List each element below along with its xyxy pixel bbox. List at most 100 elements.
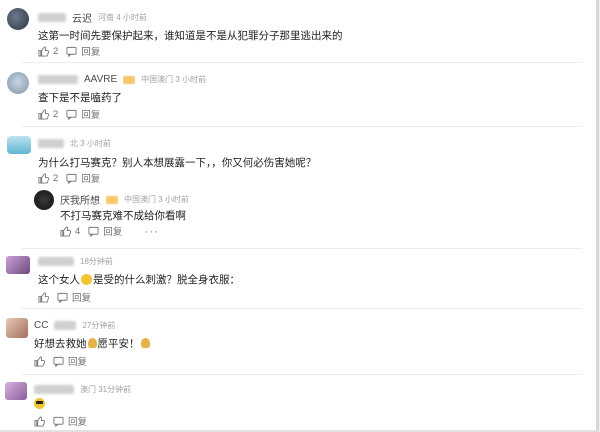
like-count: 2: [53, 172, 59, 184]
comment-header: 北 3 小时前: [38, 138, 111, 149]
comment-item: 澳门 31分钟前 回复: [0, 376, 590, 430]
name-redacted: [38, 139, 64, 148]
reply-icon: [66, 46, 77, 57]
reply-button[interactable]: 回复: [66, 171, 100, 185]
like-button[interactable]: 2: [38, 173, 58, 184]
comment-meta: 河南 4 小时前: [98, 13, 147, 22]
reply-button[interactable]: 回复: [57, 290, 91, 304]
name-redacted: [34, 385, 74, 394]
divider: [22, 248, 582, 249]
like-button[interactable]: 2: [38, 46, 58, 57]
reply-label: 回复: [68, 357, 88, 368]
reply-text: 不打马赛克难不成给你看啊: [60, 210, 186, 222]
avatar[interactable]: [7, 136, 31, 154]
comment-item: CC 27分钟前 好想去救她 愿平安！ 回复: [0, 312, 590, 372]
avatar[interactable]: [34, 190, 54, 210]
praying-hands-icon: [87, 338, 97, 348]
comments-panel: 云迟 河南 4 小时前 这第一时间先要保护起来，谁知道是不是从犯罪分子那里逃出来…: [0, 0, 599, 432]
thumbs-up-icon: [34, 355, 45, 367]
reply-label: 回复: [81, 47, 101, 58]
level-badge: [106, 195, 118, 204]
comment-text-part: 是受的什么刺激？脱全身衣服：: [93, 274, 240, 286]
comment-header: 澳门 31分钟前: [34, 384, 131, 395]
name-redacted: [54, 321, 77, 330]
reply-button[interactable]: 回复: [66, 107, 100, 121]
thumbs-up-icon: [38, 291, 49, 303]
comment-meta: 27分钟前: [82, 321, 116, 330]
comment-text: 这个女人 是受的什么刺激？脱全身衣服：: [38, 272, 240, 287]
username[interactable]: CC: [34, 320, 48, 331]
comment-actions: 回复: [34, 354, 87, 368]
comment-text-part: 好想去救她: [34, 338, 87, 350]
thumbs-up-icon: [38, 45, 49, 57]
comment-header: AAVRE 中国澳门 3 小时前: [38, 74, 206, 85]
level-badge: [123, 75, 136, 84]
reply-icon: [66, 173, 77, 184]
avatar[interactable]: [5, 382, 27, 400]
username[interactable]: AAVRE: [84, 74, 117, 85]
comment-item: 18分钟前 这个女人 是受的什么刺激？脱全身衣服： 回复: [0, 250, 590, 306]
reply-label: 回复: [72, 293, 92, 304]
comment-actions: 2 回复: [38, 107, 100, 121]
comment-item: AAVRE 中国澳门 3 小时前 查下是不是嗑药了 2 回复: [0, 64, 590, 124]
comment-actions: 2 回复: [38, 171, 100, 185]
thumbs-up-icon: [38, 172, 49, 184]
comment-actions: 回复: [34, 414, 87, 428]
username[interactable]: 云迟: [72, 10, 92, 25]
reply-button[interactable]: 回复: [53, 414, 87, 428]
avatar[interactable]: [7, 8, 29, 30]
comment-actions: 2 回复: [38, 44, 100, 58]
divider: [22, 126, 582, 127]
name-redacted: [38, 75, 78, 84]
comment-item: 云迟 河南 4 小时前 这第一时间先要保护起来，谁知道是不是从犯罪分子那里逃出来…: [0, 0, 590, 60]
like-button[interactable]: 2: [38, 109, 58, 120]
reply-meta: 中国澳门 3 小时前: [124, 195, 189, 204]
like-button[interactable]: [38, 291, 49, 303]
reply-icon: [88, 226, 99, 237]
comment-actions: 回复: [38, 290, 91, 304]
comment-text: 好想去救她 愿平安！: [34, 336, 151, 351]
reply-button[interactable]: 回复: [88, 224, 122, 238]
divider: [22, 374, 582, 375]
reply-header: 厌我所想 中国澳门 3 小时前: [60, 192, 189, 207]
like-button[interactable]: [34, 415, 45, 427]
more-options-button[interactable]: ···: [144, 224, 159, 238]
like-button[interactable]: 4: [60, 226, 80, 237]
comment-text: 查下是不是嗑药了: [38, 92, 122, 104]
comment-header: CC 27分钟前: [34, 320, 115, 331]
comment-text: 这第一时间先要保护起来，谁知道是不是从犯罪分子那里逃出来的: [38, 30, 343, 42]
comment-meta: 中国澳门 3 小时前: [141, 75, 207, 84]
reply-label: 回复: [68, 417, 88, 428]
like-count: 4: [75, 225, 81, 237]
avatar[interactable]: [6, 256, 30, 274]
comment-header: 18分钟前: [38, 256, 113, 267]
divider: [22, 62, 582, 63]
comment-meta: 18分钟前: [80, 257, 113, 266]
avatar[interactable]: [7, 72, 29, 94]
thumbs-up-icon: [34, 415, 45, 427]
reply-actions: 4 回复 ···: [60, 224, 159, 238]
comment-meta: 澳门 31分钟前: [80, 385, 132, 394]
name-redacted: [38, 257, 74, 266]
thumbs-up-icon: [60, 225, 71, 237]
username[interactable]: 厌我所想: [60, 192, 100, 207]
reply-label: 回复: [81, 110, 101, 121]
avatar[interactable]: [6, 318, 28, 338]
sunglasses-emoji-icon: [34, 398, 45, 409]
reply-button[interactable]: 回复: [66, 44, 100, 58]
comment-text: 为什么打马赛克？别人本想展露一下，，你又何必伤害她呢？: [38, 157, 317, 169]
reply-icon: [57, 292, 68, 303]
like-button[interactable]: [34, 355, 45, 367]
divider: [22, 308, 582, 309]
thumbs-up-icon: [38, 108, 49, 120]
reply-button[interactable]: 回复: [53, 354, 87, 368]
comment-text-part: 这个女人: [38, 274, 80, 286]
reply-icon: [66, 109, 77, 120]
comment-text: [34, 398, 45, 410]
comment-meta: 北 3 小时前: [70, 139, 111, 148]
reply-label: 回复: [103, 227, 123, 238]
face-emoji-icon: [81, 274, 92, 285]
reply-icon: [53, 416, 64, 427]
praying-hands-icon: [140, 338, 150, 348]
reply-icon: [53, 356, 64, 367]
